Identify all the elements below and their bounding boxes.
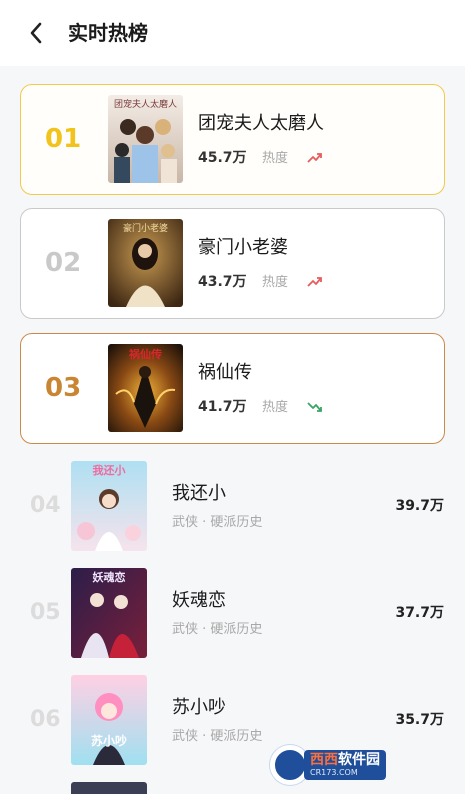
top-bar: 实时热榜 (0, 0, 465, 66)
list-item[interactable]: 05 妖魂恋 妖魂恋 武侠 · 硬派历史 37.7万 (0, 568, 465, 668)
list-item[interactable]: 04 我还小 我还小 武侠 · 硬派历史 39.7万 (0, 461, 465, 561)
cover-title: 我还小 (93, 463, 126, 477)
book-tags: 武侠 · 硬派历史 (172, 622, 263, 637)
rank-number: 03 (45, 373, 82, 403)
cover-title: 豪门小老婆 (123, 222, 168, 234)
trend-up-icon (307, 153, 322, 163)
page-title: 实时热榜 (68, 21, 148, 45)
book-title: 团宠夫人太磨人 (198, 113, 324, 134)
cover-title: 祸仙传 (129, 347, 162, 361)
book-title: 祸仙传 (198, 362, 252, 383)
book-title: 我还小 (172, 483, 226, 504)
heat-value: 35.7万 (395, 712, 444, 728)
heat-value: 41.7万 (198, 399, 247, 415)
book-title: 妖魂恋 (172, 590, 226, 611)
cover-title: 团宠夫人太磨人 (114, 98, 177, 110)
heat-value: 43.7万 (198, 274, 247, 290)
back-button[interactable] (22, 18, 50, 48)
trend-down-icon (307, 402, 322, 412)
book-cover: 妖魂恋 (71, 568, 147, 658)
cover-title: 苏小吵 (91, 733, 127, 748)
book-cover: 我还小 (71, 461, 147, 551)
rank-number: 01 (45, 124, 82, 154)
rank-number: 04 (30, 493, 61, 518)
cover-title: 妖魂恋 (93, 570, 126, 584)
book-cover (71, 782, 147, 794)
rank-card-1[interactable]: 01 团宠夫人太磨人 团宠夫人太磨人 45.7万 热度 (20, 84, 445, 195)
heat-label: 热度 (262, 275, 289, 290)
rank-number: 05 (30, 600, 61, 625)
book-tags: 武侠 · 硬派历史 (172, 515, 263, 530)
book-title: 苏小吵 (172, 697, 226, 718)
heat-value: 39.7万 (395, 498, 444, 514)
heat-label: 热度 (262, 151, 289, 166)
watermark-site: CR173.COM (310, 768, 358, 777)
rank-card-2[interactable]: 02 豪门小老婆 豪门小老婆 43.7万 热度 (20, 208, 445, 319)
book-cover: 祸仙传 (108, 344, 183, 432)
trend-up-icon (307, 277, 322, 287)
rank-number: 02 (45, 248, 82, 278)
book-cover: 团宠夫人太磨人 (108, 95, 183, 183)
book-cover: 苏小吵 (71, 675, 147, 765)
watermark-brand-a: 西西 (310, 752, 338, 768)
book-title: 豪门小老婆 (198, 237, 288, 258)
rank-card-3[interactable]: 03 祸仙传 祸仙传 41.7万 热度 (20, 333, 445, 444)
heat-value: 37.7万 (395, 605, 444, 621)
watermark-brand-b: 软件园 (338, 752, 380, 768)
watermark-logo: 西西软件园 CR173.COM (270, 745, 460, 785)
book-tags: 武侠 · 硬派历史 (172, 729, 263, 744)
back-arrow-icon (30, 22, 42, 44)
heat-value: 45.7万 (198, 150, 247, 166)
heat-label: 热度 (262, 400, 289, 415)
book-cover: 豪门小老婆 (108, 219, 183, 307)
rank-number: 06 (30, 707, 61, 732)
